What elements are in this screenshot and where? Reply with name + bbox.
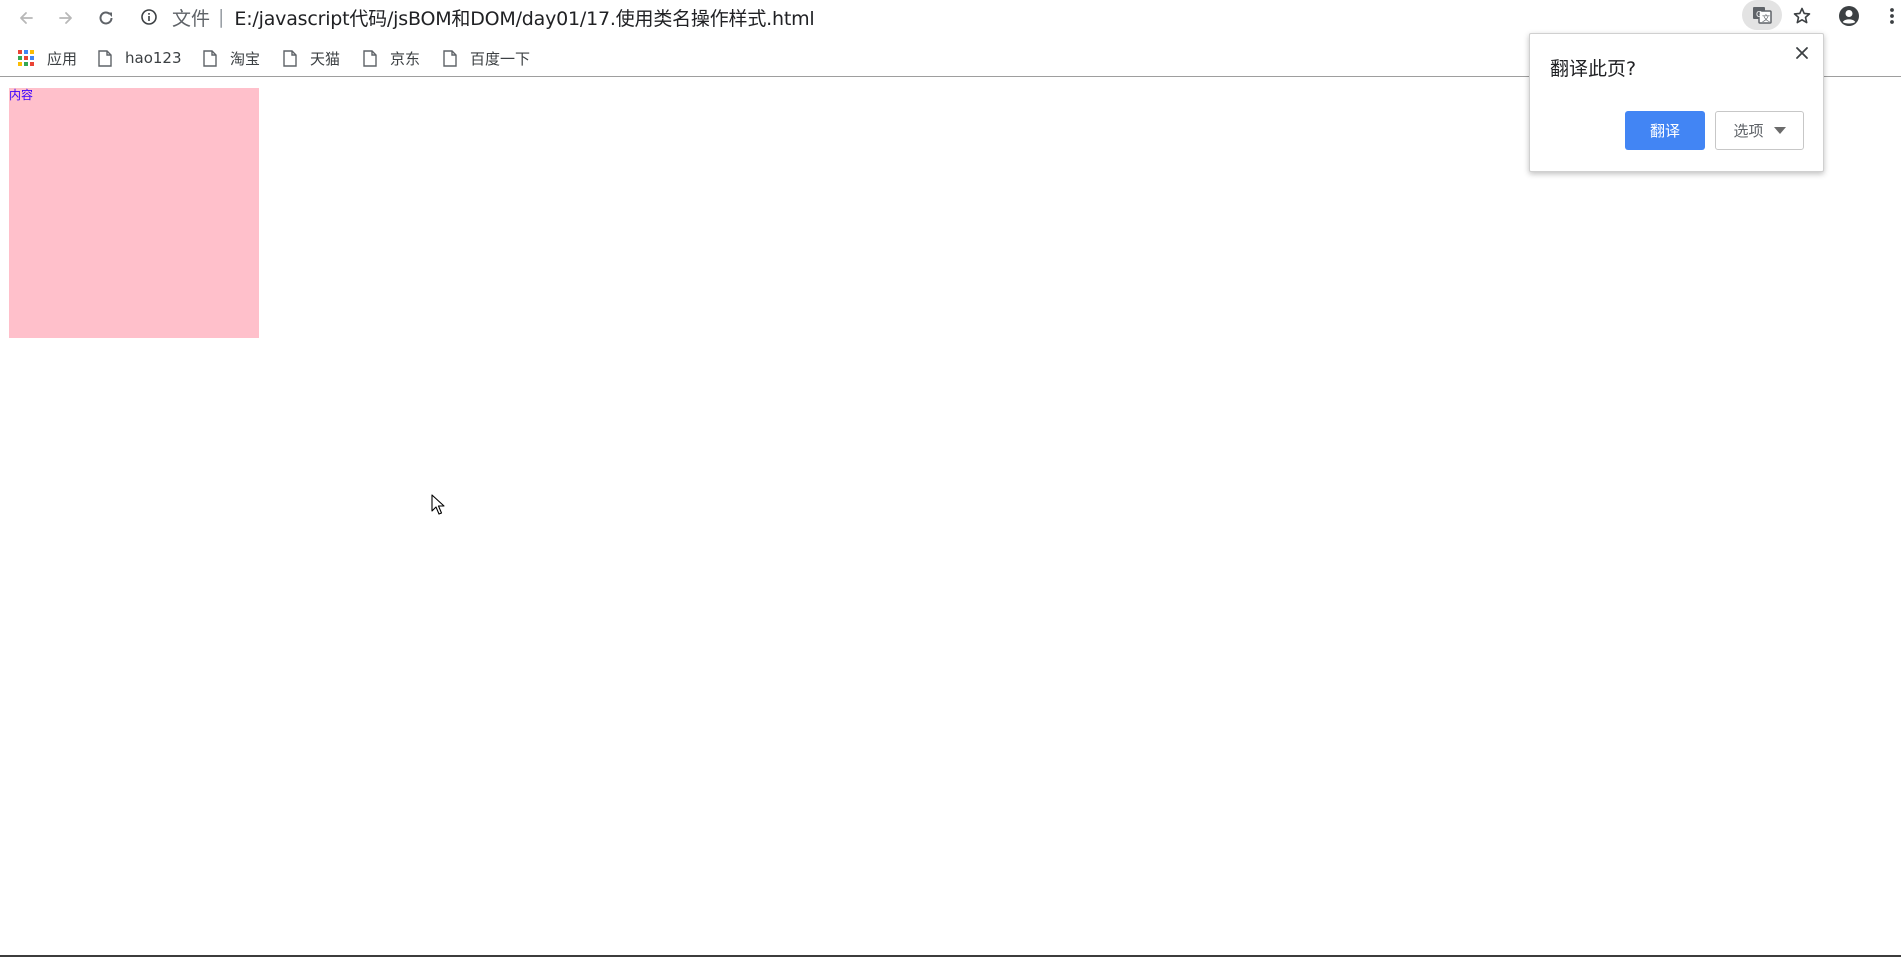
bookmark-label: 应用	[47, 49, 78, 68]
options-label: 选项	[1733, 122, 1764, 140]
page-icon	[363, 49, 377, 67]
options-button[interactable]: 选项	[1715, 111, 1804, 150]
browser-window: 文件 | E:/javascript代码/jsBOM和DOM/day01/17.…	[0, 0, 1901, 957]
translate-page-button[interactable]: G 文	[1742, 0, 1782, 30]
page-icon	[203, 49, 217, 67]
arrow-left-icon	[20, 12, 33, 24]
arrow-right-icon	[59, 12, 72, 24]
info-icon[interactable]	[140, 7, 160, 27]
translate-button[interactable]: 翻译	[1625, 111, 1705, 150]
star-icon	[1793, 7, 1811, 24]
address-separator: |	[218, 6, 225, 28]
bookmark-hao123[interactable]: hao123	[98, 44, 182, 72]
bookmark-label: 京东	[390, 49, 421, 68]
bookmark-star-button[interactable]	[1788, 2, 1816, 30]
more-vert-icon	[1890, 8, 1894, 24]
translate-icon: G 文	[1753, 7, 1772, 24]
bookmark-baidu[interactable]: 百度一下	[443, 44, 530, 72]
bookmark-label: 百度一下	[470, 49, 531, 68]
page-icon	[443, 49, 457, 67]
reload-icon	[99, 11, 113, 25]
menu-button[interactable]	[1883, 2, 1901, 30]
bookmark-label: hao123	[125, 49, 182, 67]
bookmark-label: 天猫	[310, 49, 341, 68]
page-icon	[283, 49, 297, 67]
back-button[interactable]	[10, 2, 42, 34]
forward-button[interactable]	[50, 2, 82, 34]
content-box-text: 内容	[9, 88, 34, 102]
address-bar[interactable]: 文件 | E:/javascript代码/jsBOM和DOM/day01/17.…	[140, 2, 815, 32]
apps-grid-icon	[18, 50, 34, 66]
reload-button[interactable]	[90, 2, 122, 34]
account-button[interactable]	[1835, 2, 1863, 30]
close-button[interactable]	[1791, 42, 1813, 64]
page-content: 内容	[0, 78, 1901, 957]
bookmark-label: 淘宝	[230, 49, 261, 68]
url-text[interactable]: E:/javascript代码/jsBOM和DOM/day01/17.使用类名操…	[234, 4, 814, 31]
close-icon	[1796, 47, 1808, 59]
account-icon	[1839, 6, 1859, 26]
page-icon	[98, 49, 112, 67]
site-label: 文件	[172, 7, 211, 30]
chevron-down-icon	[1773, 127, 1786, 134]
translate-popup: 翻译此页? 翻译 选项	[1529, 33, 1824, 172]
content-box: 内容	[9, 88, 259, 338]
bookmark-jd[interactable]: 京东	[363, 44, 420, 72]
translate-popup-title: 翻译此页?	[1550, 58, 1637, 80]
bookmark-tianmao[interactable]: 天猫	[283, 44, 340, 72]
bookmark-apps[interactable]: 应用	[18, 44, 77, 72]
bookmark-taobao[interactable]: 淘宝	[203, 44, 260, 72]
mouse-cursor-icon	[431, 494, 445, 515]
svg-text:文: 文	[1762, 13, 1770, 23]
